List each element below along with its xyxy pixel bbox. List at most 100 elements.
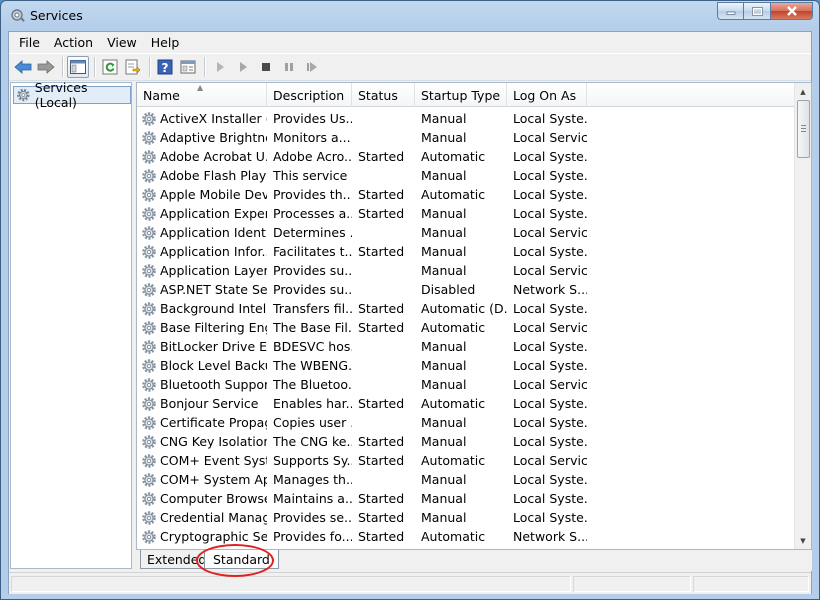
table-row[interactable]: Bonjour Service Enables har... Started Auto…: [137, 394, 797, 413]
table-row[interactable]: CNG Key Isolation The CNG ke... Started Man…: [137, 432, 797, 451]
table-row[interactable]: Apple Mobile Devi... Provides th... Starte…: [137, 185, 797, 204]
cell-name: Application Experi...: [137, 206, 267, 222]
refresh-icon: [102, 59, 118, 75]
scroll-down-icon[interactable]: ▼: [795, 532, 811, 549]
cell-status: Started: [358, 244, 405, 259]
table-row[interactable]: Block Level Backu... The WBENG... Manual Lo…: [137, 356, 797, 375]
table-row[interactable]: Background Intelli... Transfers fil... Sta…: [137, 299, 797, 318]
start-service-button[interactable]: [209, 56, 231, 78]
cell-log-on-as: Network S...: [513, 529, 587, 544]
export-list-button[interactable]: [122, 56, 144, 78]
service-name: Background Intelli...: [160, 301, 267, 316]
minimize-button[interactable]: [717, 2, 743, 20]
column-log-on-as[interactable]: Log On As: [507, 83, 587, 107]
service-gear-icon: [142, 339, 156, 354]
cell-description: Enables har...: [273, 396, 352, 411]
table-row[interactable]: Adobe Acrobat U... Adobe Acro... Started Au…: [137, 147, 797, 166]
table-row[interactable]: BitLocker Drive En... BDESVC hos... Manual…: [137, 337, 797, 356]
svg-text:?: ?: [162, 61, 169, 75]
menu-help[interactable]: Help: [144, 35, 187, 50]
menu-bar: File Action View Help: [9, 32, 811, 52]
cell-name: Adobe Flash Playe...: [137, 168, 267, 184]
cell-startup-type: Disabled: [421, 282, 476, 297]
cell-description: The CNG ke...: [273, 434, 352, 449]
stop-service-button[interactable]: [255, 56, 277, 78]
table-row[interactable]: Application Infor... Facilitates t... Star…: [137, 242, 797, 261]
scroll-thumb[interactable]: [797, 100, 810, 158]
table-row[interactable]: Application Identity Determines ... Manual…: [137, 223, 797, 242]
table-row[interactable]: Application Layer ... Provides su... Manua…: [137, 261, 797, 280]
cell-log-on-as: Local Syste...: [513, 206, 587, 221]
cell-status: Started: [358, 510, 405, 525]
service-gear-icon: [142, 225, 156, 240]
service-name: Application Identity: [160, 225, 267, 240]
stop-service-icon: [262, 63, 270, 71]
table-row[interactable]: ActiveX Installer (... Provides Us... Manu…: [137, 109, 797, 128]
menu-file[interactable]: File: [12, 35, 47, 50]
cell-name: COM+ System Ap...: [137, 472, 267, 488]
properties-button[interactable]: [177, 56, 199, 78]
table-row[interactable]: COM+ System Ap... Manages th... Manual Loca…: [137, 470, 797, 489]
table-row[interactable]: Bluetooth Support... The Bluetoo... Manual…: [137, 375, 797, 394]
service-gear-icon: [142, 168, 156, 183]
column-name[interactable]: ▲ Name: [137, 83, 267, 107]
title-bar[interactable]: Services: [1, 1, 819, 31]
cell-startup-type: Automatic: [421, 149, 486, 164]
cell-status: Started: [358, 396, 405, 411]
restart-service-button[interactable]: [301, 56, 323, 78]
show-hide-console-tree-icon: [70, 60, 86, 74]
status-segment: [573, 576, 691, 592]
service-name: COM+ Event Syst...: [160, 453, 267, 468]
table-row[interactable]: COM+ Event Syst... Supports Sy... Started A…: [137, 451, 797, 470]
cell-startup-type: Manual: [421, 206, 467, 221]
menu-view[interactable]: View: [100, 35, 144, 50]
tab-standard[interactable]: Standard: [204, 550, 279, 569]
table-row[interactable]: ASP.NET State Ser... Provides su... Disabl…: [137, 280, 797, 299]
table-row[interactable]: Credential Manager Provides se... Started M…: [137, 508, 797, 527]
table-row[interactable]: Application Experi... Processes a... Start…: [137, 204, 797, 223]
cell-status: Started: [358, 529, 405, 544]
start-service-icon: [217, 62, 224, 72]
cell-description: Provides fo...: [273, 529, 352, 544]
cell-description: Determines ...: [273, 225, 352, 240]
forward-button[interactable]: [35, 56, 57, 78]
maximize-icon: [751, 6, 763, 16]
cell-description: Copies user ...: [273, 415, 352, 430]
column-startup-type[interactable]: Startup Type: [415, 83, 507, 107]
table-row[interactable]: Adobe Flash Playe... This service ... Manu…: [137, 166, 797, 185]
pause-service-button[interactable]: [278, 56, 300, 78]
view-tabs: Extended Standard: [136, 550, 812, 571]
help-button[interactable]: ?: [154, 56, 176, 78]
scroll-up-icon[interactable]: ▲: [795, 83, 811, 100]
cell-log-on-as: Local Syste...: [513, 301, 587, 316]
close-button[interactable]: [770, 2, 813, 20]
cell-description: Processes a...: [273, 206, 352, 221]
menu-action[interactable]: Action: [47, 35, 100, 50]
tree-item-services-local[interactable]: Services (Local): [13, 80, 131, 110]
table-row[interactable]: Cryptographic Ser... Provides fo... Starte…: [137, 527, 797, 546]
cell-name: Adaptive Brightness: [137, 130, 267, 146]
service-name: Application Layer ...: [160, 263, 267, 278]
start-service-alt-button[interactable]: [232, 56, 254, 78]
tab-extended[interactable]: Extended: [140, 550, 213, 569]
column-status[interactable]: Status: [352, 83, 415, 107]
show-hide-console-tree-button[interactable]: [67, 56, 89, 78]
column-label: Description: [273, 88, 345, 103]
table-row[interactable]: Base Filtering Engi... The Base Fil... Sta…: [137, 318, 797, 337]
back-button[interactable]: [12, 56, 34, 78]
cell-name: Application Layer ...: [137, 263, 267, 279]
cell-description: Transfers fil...: [273, 301, 352, 316]
vertical-scrollbar[interactable]: ▲ ▼: [794, 83, 811, 549]
cell-startup-type: Manual: [421, 434, 467, 449]
table-row[interactable]: Certificate Propag... Copies user ... Manu…: [137, 413, 797, 432]
maximize-button[interactable]: [743, 2, 770, 20]
column-description[interactable]: Description: [267, 83, 352, 107]
refresh-button[interactable]: [99, 56, 121, 78]
cell-log-on-as: Network S...: [513, 282, 587, 297]
status-segment: [693, 576, 809, 592]
table-row[interactable]: Computer Browser Maintains a... Started Man…: [137, 489, 797, 508]
service-name: Bonjour Service: [160, 396, 259, 411]
service-gear-icon: [142, 301, 156, 316]
table-row[interactable]: Adaptive Brightness Monitors a... Manual Lo…: [137, 128, 797, 147]
cell-name: ActiveX Installer (...: [137, 111, 267, 127]
